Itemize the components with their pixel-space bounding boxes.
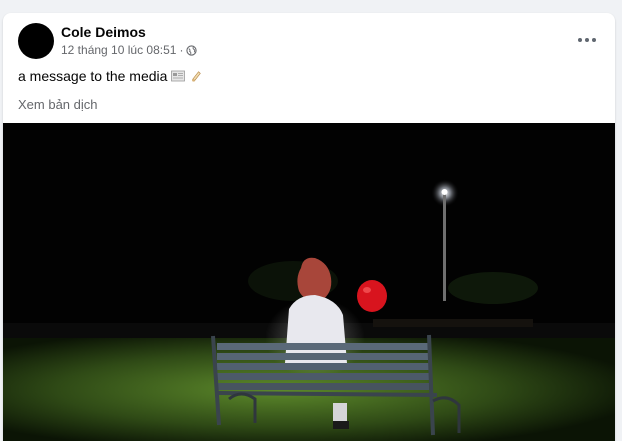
globe-icon[interactable] bbox=[186, 44, 198, 56]
tree-silhouette bbox=[448, 272, 538, 304]
post-text: a message to the media bbox=[18, 68, 203, 84]
video-frame-image bbox=[3, 123, 615, 441]
red-balloon bbox=[357, 280, 387, 312]
translate-link[interactable]: Xem bản dịch bbox=[18, 97, 98, 112]
scroll-icon bbox=[192, 71, 202, 82]
post-card: Cole Deimos 12 tháng 10 lúc 08:51 · a me… bbox=[3, 13, 615, 441]
more-options-button[interactable] bbox=[573, 30, 601, 50]
author-avatar[interactable] bbox=[18, 23, 54, 59]
meta-separator: · bbox=[179, 43, 184, 57]
author-name[interactable]: Cole Deimos bbox=[61, 24, 146, 40]
lamp-post bbox=[443, 191, 446, 301]
post-meta: 12 tháng 10 lúc 08:51 · bbox=[61, 43, 198, 57]
post-video[interactable] bbox=[3, 123, 615, 441]
post-message: a message to the media bbox=[18, 68, 168, 84]
more-options-icon bbox=[578, 38, 582, 42]
post-timestamp[interactable]: 12 tháng 10 lúc 08:51 bbox=[61, 43, 176, 57]
more-dot bbox=[585, 38, 589, 42]
more-dot bbox=[592, 38, 596, 42]
newspaper-icon bbox=[171, 70, 186, 82]
